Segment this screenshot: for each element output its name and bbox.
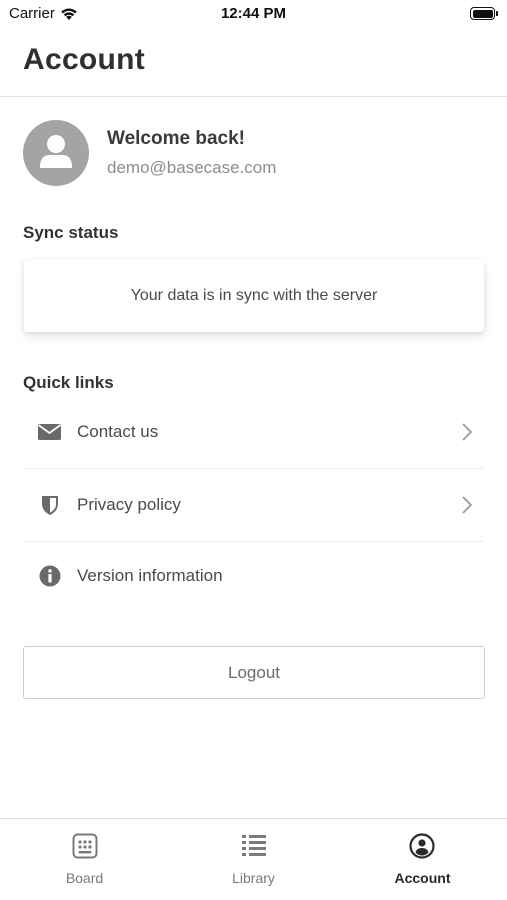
tab-board-label: Board <box>65 870 104 886</box>
contact-us-label: Contact us <box>77 422 159 441</box>
shield-icon <box>38 493 62 517</box>
info-icon <box>38 564 62 588</box>
welcome-heading: Welcome back! <box>107 128 245 149</box>
status-bar: Carrier 12:44 PM <box>0 0 507 30</box>
list-icon <box>242 835 266 856</box>
user-icon <box>40 135 72 168</box>
version-information-label: Version information <box>77 566 223 585</box>
contact-us-link[interactable]: Contact us <box>24 397 484 467</box>
header-divider <box>0 96 507 97</box>
row-divider <box>24 468 484 469</box>
sync-status-heading: Sync status <box>23 223 119 242</box>
avatar <box>23 120 89 186</box>
tab-account[interactable]: Account <box>338 819 507 900</box>
sync-status-message: Your data is in sync with the server <box>130 287 378 304</box>
grid-icon <box>72 833 98 859</box>
user-email: demo@basecase.com <box>107 158 277 177</box>
envelope-icon <box>38 420 62 444</box>
user-circle-icon <box>409 833 435 859</box>
privacy-policy-label: Privacy policy <box>77 495 181 514</box>
tab-library[interactable]: Library <box>169 819 338 900</box>
battery-icon <box>470 7 498 20</box>
page-title: Account <box>23 43 146 76</box>
version-information-link[interactable]: Version information <box>24 541 484 611</box>
tab-bar: Board Library Account <box>0 818 507 900</box>
clock: 12:44 PM <box>220 5 287 22</box>
chevron-right-icon <box>462 423 473 441</box>
tab-account-label: Account <box>394 870 451 886</box>
tab-library-label: Library <box>232 870 275 886</box>
logout-button[interactable]: Logout <box>23 646 485 699</box>
chevron-right-icon <box>462 496 473 514</box>
quick-links-heading: Quick links <box>23 373 114 392</box>
tab-board[interactable]: Board <box>0 819 169 900</box>
sync-status-card: Your data is in sync with the server <box>24 260 484 332</box>
privacy-policy-link[interactable]: Privacy policy <box>24 470 484 540</box>
